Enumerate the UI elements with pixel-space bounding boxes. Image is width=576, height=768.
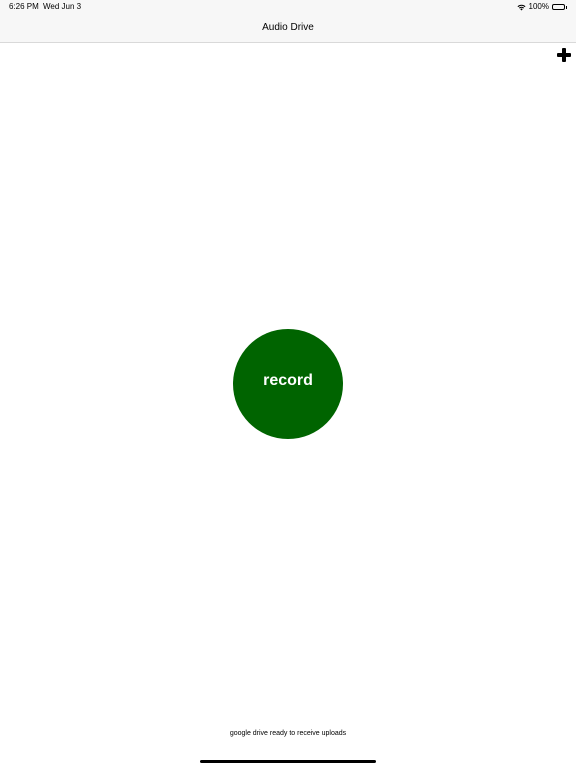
status-date: Wed Jun 3 — [43, 2, 82, 11]
add-button[interactable] — [557, 48, 571, 62]
battery-icon — [552, 4, 567, 10]
nav-title: Audio Drive — [262, 22, 314, 33]
record-label: record — [263, 372, 313, 389]
app-screen: 6:26 PM Wed Jun 3 100% Audio Drive recor… — [0, 0, 576, 768]
home-indicator[interactable] — [200, 760, 376, 763]
status-indicators: 100% — [517, 2, 567, 12]
status-time: 6:26 PM — [9, 2, 39, 11]
top-bar: 6:26 PM Wed Jun 3 100% Audio Drive — [0, 0, 576, 43]
battery-percent: 100% — [528, 2, 549, 11]
wifi-icon — [517, 4, 526, 10]
upload-status-message: google drive ready to receive uploads — [229, 730, 347, 737]
record-button[interactable]: record — [233, 329, 343, 439]
